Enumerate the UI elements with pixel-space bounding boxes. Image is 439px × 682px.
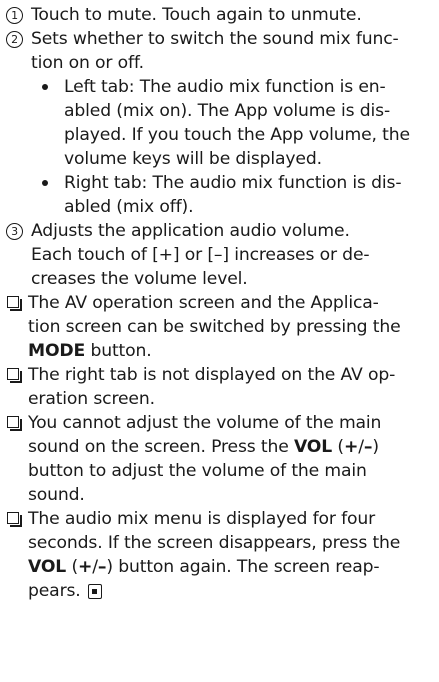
item-1-text: Touch to mute. Touch again to unmute.: [31, 5, 362, 25]
item-3-text-line-1: Adjusts the application audio volume.: [31, 221, 350, 241]
note-1-line-3: MODE button.: [28, 341, 152, 361]
note-2: The right tab is not displayed on the AV…: [0, 363, 439, 411]
note-3-line-3: button to adjust the volume of the main: [28, 461, 367, 481]
note-1-line-2: tion screen can be switched by pressing …: [28, 317, 401, 337]
bullet-1-line-1: Left tab: The audio mix function is en-: [64, 77, 386, 97]
numbered-item-2: 2 Sets whether to switch the sound mix f…: [0, 27, 439, 75]
note-checkbox-icon: [7, 368, 22, 383]
bullet-1-line-3: played. If you touch the App volume, the: [64, 125, 410, 145]
mode-button-label: MODE: [28, 341, 86, 361]
note-4-line-4: pears.: [28, 579, 433, 603]
numbered-item-1: 1 Touch to mute. Touch again to unmute.: [0, 3, 439, 27]
vol-button-label: VOL: [293, 437, 333, 457]
note-4-line-1: The audio mix menu is displayed for four: [28, 509, 376, 529]
bullet-icon: [42, 84, 48, 90]
note-checkbox-icon: [7, 296, 22, 311]
note-checkbox-icon: [7, 416, 22, 431]
item-2-text-line-1: Sets whether to switch the sound mix fun…: [31, 29, 399, 49]
bullet-icon: [42, 180, 48, 186]
numbered-item-3: 3 Adjusts the application audio volume. …: [0, 219, 439, 291]
end-of-section-icon: [87, 584, 102, 599]
bullet-left-tab: Left tab: The audio mix function is en- …: [40, 75, 439, 171]
bullet-right-tab: Right tab: The audio mix function is dis…: [40, 171, 439, 219]
note-3-line-4: sound.: [28, 485, 85, 505]
note-4-line-2: seconds. If the screen disappears, press…: [28, 533, 401, 553]
note-4-line-3: VOL (+/–) button again. The screen reap-: [28, 557, 380, 577]
bullet-1-line-2: abled (mix on). The App volume is dis-: [64, 101, 391, 121]
note-2-line-2: eration screen.: [28, 389, 155, 409]
vol-button-label: VOL: [28, 557, 67, 577]
note-3-line-1: You cannot adjust the volume of the main: [28, 413, 382, 433]
bullet-2-line-2: abled (mix off).: [64, 197, 194, 217]
note-3: You cannot adjust the volume of the main…: [0, 411, 439, 507]
note-1-line-1: The AV operation screen and the Applica-: [28, 293, 379, 313]
circled-number-2: 2: [6, 31, 23, 48]
note-4: The audio mix menu is displayed for four…: [0, 507, 439, 603]
circled-number-3: 3: [6, 223, 23, 240]
item-3-text-line-3: creases the volume level.: [31, 269, 248, 289]
bullet-2-line-1: Right tab: The audio mix function is dis…: [64, 173, 402, 193]
note-2-line-1: The right tab is not displayed on the AV…: [28, 365, 396, 385]
bullet-1-line-4: volume keys will be displayed.: [64, 149, 322, 169]
item-3-text-line-2: Each touch of [+] or [–] increases or de…: [31, 245, 370, 265]
note-3-line-2: sound on the screen. Press the VOL (+/–): [28, 437, 379, 457]
manual-page: 1 Touch to mute. Touch again to unmute. …: [0, 0, 439, 682]
note-checkbox-icon: [7, 512, 22, 527]
item-2-text-line-2: tion on or off.: [31, 53, 144, 73]
note-1: The AV operation screen and the Applica-…: [0, 291, 439, 363]
circled-number-1: 1: [6, 7, 23, 24]
